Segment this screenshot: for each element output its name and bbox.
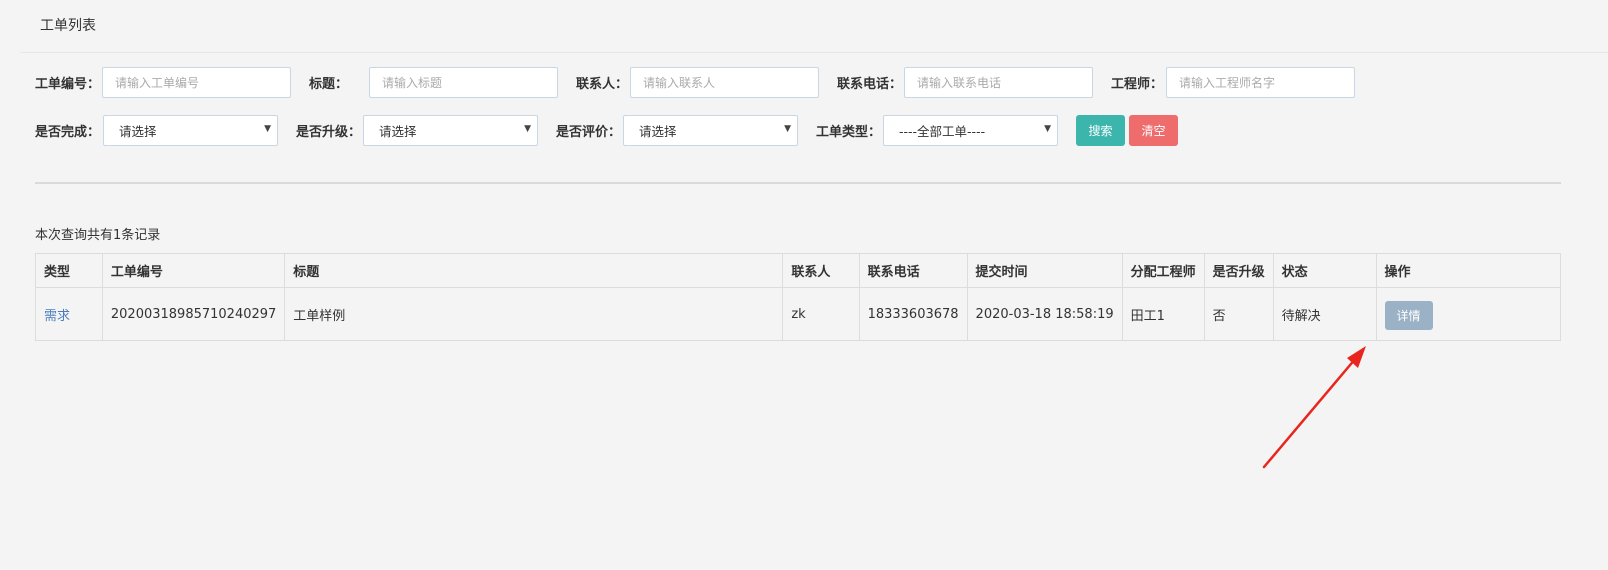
title-input[interactable] [369, 67, 558, 98]
evaluated-select[interactable]: 请选择 ▼ [623, 115, 798, 146]
search-button[interactable]: 搜索 [1076, 115, 1125, 146]
caret-down-icon: ▼ [264, 124, 271, 134]
filter-row-select: 是否完成： 请选择 ▼ 是否升级： 请选择 ▼ 是否评价： 请选择 ▼ 工单类型… [35, 115, 1178, 146]
upgraded-select-value: 请选择 [379, 124, 417, 139]
column-header-contact: 联系人 [782, 253, 860, 288]
order-type-select-value: ----全部工单---- [899, 124, 986, 139]
order-no-input[interactable] [102, 67, 291, 98]
cell-engineer: 田工1 [1121, 287, 1205, 341]
column-header-title: 标题 [284, 253, 784, 288]
column-header-type: 类型 [35, 253, 103, 288]
engineer-input[interactable] [1166, 67, 1355, 98]
type-link[interactable]: 需求 [44, 309, 70, 324]
evaluated-select-value: 请选择 [639, 124, 677, 139]
order-no-label: 工单编号： [35, 77, 101, 92]
title-label: 标题： [309, 77, 349, 92]
table-header-row: 类型 工单编号 标题 联系人 联系电话 提交时间 分配工程师 是否升级 状态 操… [35, 253, 1562, 288]
column-header-engineer: 分配工程师 [1121, 253, 1205, 288]
table-row: 需求 20200318985710240297 工单样例 zk 18333603… [35, 287, 1562, 341]
filter-row-text: 工单编号： 标题： 联系人： 联系电话： 工程师： [35, 67, 1355, 98]
cell-type: 需求 [35, 287, 103, 341]
upgraded-select[interactable]: 请选择 ▼ [363, 115, 538, 146]
completed-select-value: 请选择 [119, 124, 157, 139]
phone-input[interactable] [904, 67, 1093, 98]
cell-upgraded: 否 [1203, 287, 1274, 341]
column-header-order-no: 工单编号 [101, 253, 286, 288]
cell-title: 工单样例 [284, 287, 784, 341]
evaluated-label: 是否评价： [556, 125, 622, 140]
column-header-status: 状态 [1272, 253, 1377, 288]
result-count: 本次查询共有1条记录 [35, 228, 161, 243]
column-header-action: 操作 [1375, 253, 1562, 288]
completed-label: 是否完成： [35, 125, 101, 140]
column-header-phone: 联系电话 [858, 253, 968, 288]
detail-button[interactable]: 详情 [1384, 300, 1433, 330]
engineer-label: 工程师： [1111, 77, 1164, 92]
page: 工单列表 工单编号： 标题： 联系人： 联系电话： 工程师： 是否完成： 请选择… [0, 0, 1608, 570]
cell-phone: 18333603678 [858, 287, 968, 341]
cell-action: 详情 [1375, 287, 1562, 341]
divider [35, 182, 1561, 184]
order-type-label: 工单类型： [816, 125, 882, 140]
contact-input[interactable] [630, 67, 819, 98]
caret-down-icon: ▼ [784, 124, 791, 134]
cell-submit-time: 2020-03-18 18:58:19 [966, 287, 1123, 341]
clear-button[interactable]: 清空 [1129, 115, 1178, 146]
cell-status: 待解决 [1272, 287, 1377, 341]
column-header-upgraded: 是否升级 [1203, 253, 1274, 288]
contact-label: 联系人： [576, 77, 629, 92]
order-type-select[interactable]: ----全部工单---- ▼ [883, 115, 1058, 146]
completed-select[interactable]: 请选择 ▼ [103, 115, 278, 146]
caret-down-icon: ▼ [524, 124, 531, 134]
upgraded-label: 是否升级： [296, 125, 362, 140]
caret-down-icon: ▼ [1044, 124, 1051, 134]
work-order-table: 类型 工单编号 标题 联系人 联系电话 提交时间 分配工程师 是否升级 状态 操… [35, 253, 1562, 341]
page-title: 工单列表 [20, 0, 1608, 53]
cell-contact: zk [782, 287, 860, 341]
cell-order-no: 20200318985710240297 [101, 287, 286, 341]
column-header-submit-time: 提交时间 [966, 253, 1123, 288]
phone-label: 联系电话： [837, 77, 903, 92]
